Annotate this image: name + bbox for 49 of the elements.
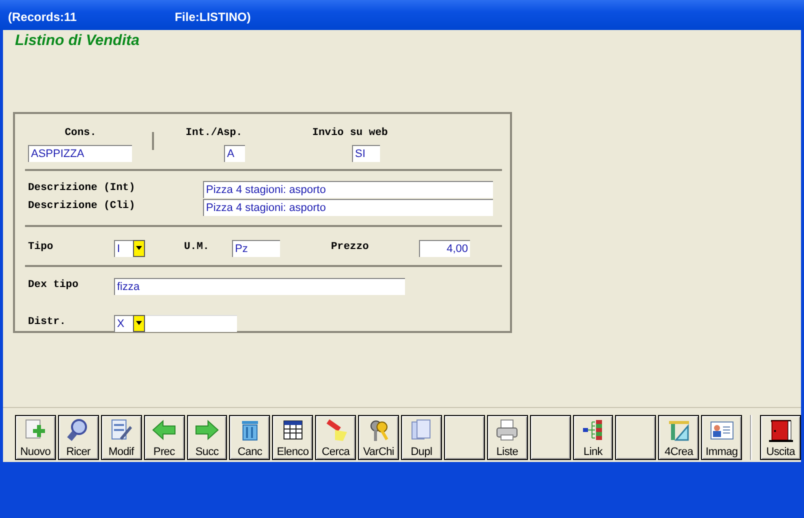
text-field[interactable]: Pizza 4 stagioni: asporto xyxy=(203,180,493,198)
toolbar-button[interactable]: VarChi xyxy=(358,415,400,460)
toolbar-button[interactable]: Prec xyxy=(144,415,185,460)
text-field[interactable]: A xyxy=(224,144,245,162)
toolbar-button[interactable]: Liste xyxy=(486,415,528,460)
text-field[interactable]: I xyxy=(114,240,133,256)
printer-icon xyxy=(494,418,520,442)
form-title: Listino di Vendita xyxy=(14,31,140,50)
field-label: Cons. xyxy=(64,126,98,142)
text-field[interactable]: X xyxy=(114,314,133,332)
field-label: Int./Asp. xyxy=(184,126,244,142)
file-name: File:LISTINO) xyxy=(174,9,251,26)
toolbar-button[interactable]: Uscita xyxy=(760,415,802,460)
records-count: (Records:11 xyxy=(8,9,77,26)
field-label: Dex tipo xyxy=(27,278,80,294)
blank-toolbar-button[interactable] xyxy=(615,415,656,460)
caret-icon xyxy=(136,246,142,250)
toolbar-button[interactable]: Immag xyxy=(701,415,742,460)
field-label: U.M. xyxy=(184,240,210,256)
text-field[interactable]: ASPPIZZA xyxy=(28,144,132,162)
text-field[interactable]: fizza xyxy=(114,278,405,294)
toolbar-button[interactable]: Elenco xyxy=(272,415,314,460)
field-label: Invio su web xyxy=(311,126,389,142)
toolbar-button[interactable]: 4Crea xyxy=(658,415,700,460)
toolbar-button[interactable]: Nuovo xyxy=(15,415,56,460)
dropdown-button[interactable] xyxy=(133,240,145,256)
left-arrow-icon xyxy=(151,418,178,442)
field-label: Distr. xyxy=(27,315,67,330)
toolbar-button[interactable]: Link xyxy=(572,415,614,460)
field-label: Descrizione (Int) xyxy=(27,181,136,196)
toolbar-button[interactable]: Dupl xyxy=(401,415,442,460)
toolbar-button[interactable]: Modif xyxy=(100,415,142,460)
text-field[interactable]: SI xyxy=(352,144,380,162)
text-field[interactable]: Pizza 4 stagioni: asporto xyxy=(203,198,493,216)
field-label: Tipo xyxy=(27,240,54,256)
right-arrow-icon xyxy=(194,418,220,442)
toolbar-button[interactable]: Succ xyxy=(186,415,228,460)
text-field[interactable]: 4,00 xyxy=(419,240,470,256)
blank-toolbar-button[interactable] xyxy=(444,415,485,460)
field-label: Prezzo xyxy=(331,240,370,256)
text-field[interactable] xyxy=(145,314,237,332)
dropdown-button[interactable] xyxy=(133,314,145,332)
door-icon xyxy=(768,418,794,442)
blank-toolbar-button[interactable] xyxy=(530,415,571,460)
toolbar-button[interactable]: Cerca xyxy=(315,415,356,460)
toolbar-button[interactable]: Ricer xyxy=(58,415,99,460)
text-field[interactable]: Pz xyxy=(232,240,280,256)
toolbar-button[interactable]: Canc xyxy=(229,415,270,460)
field-label: Descrizione (Cli) xyxy=(27,199,136,214)
